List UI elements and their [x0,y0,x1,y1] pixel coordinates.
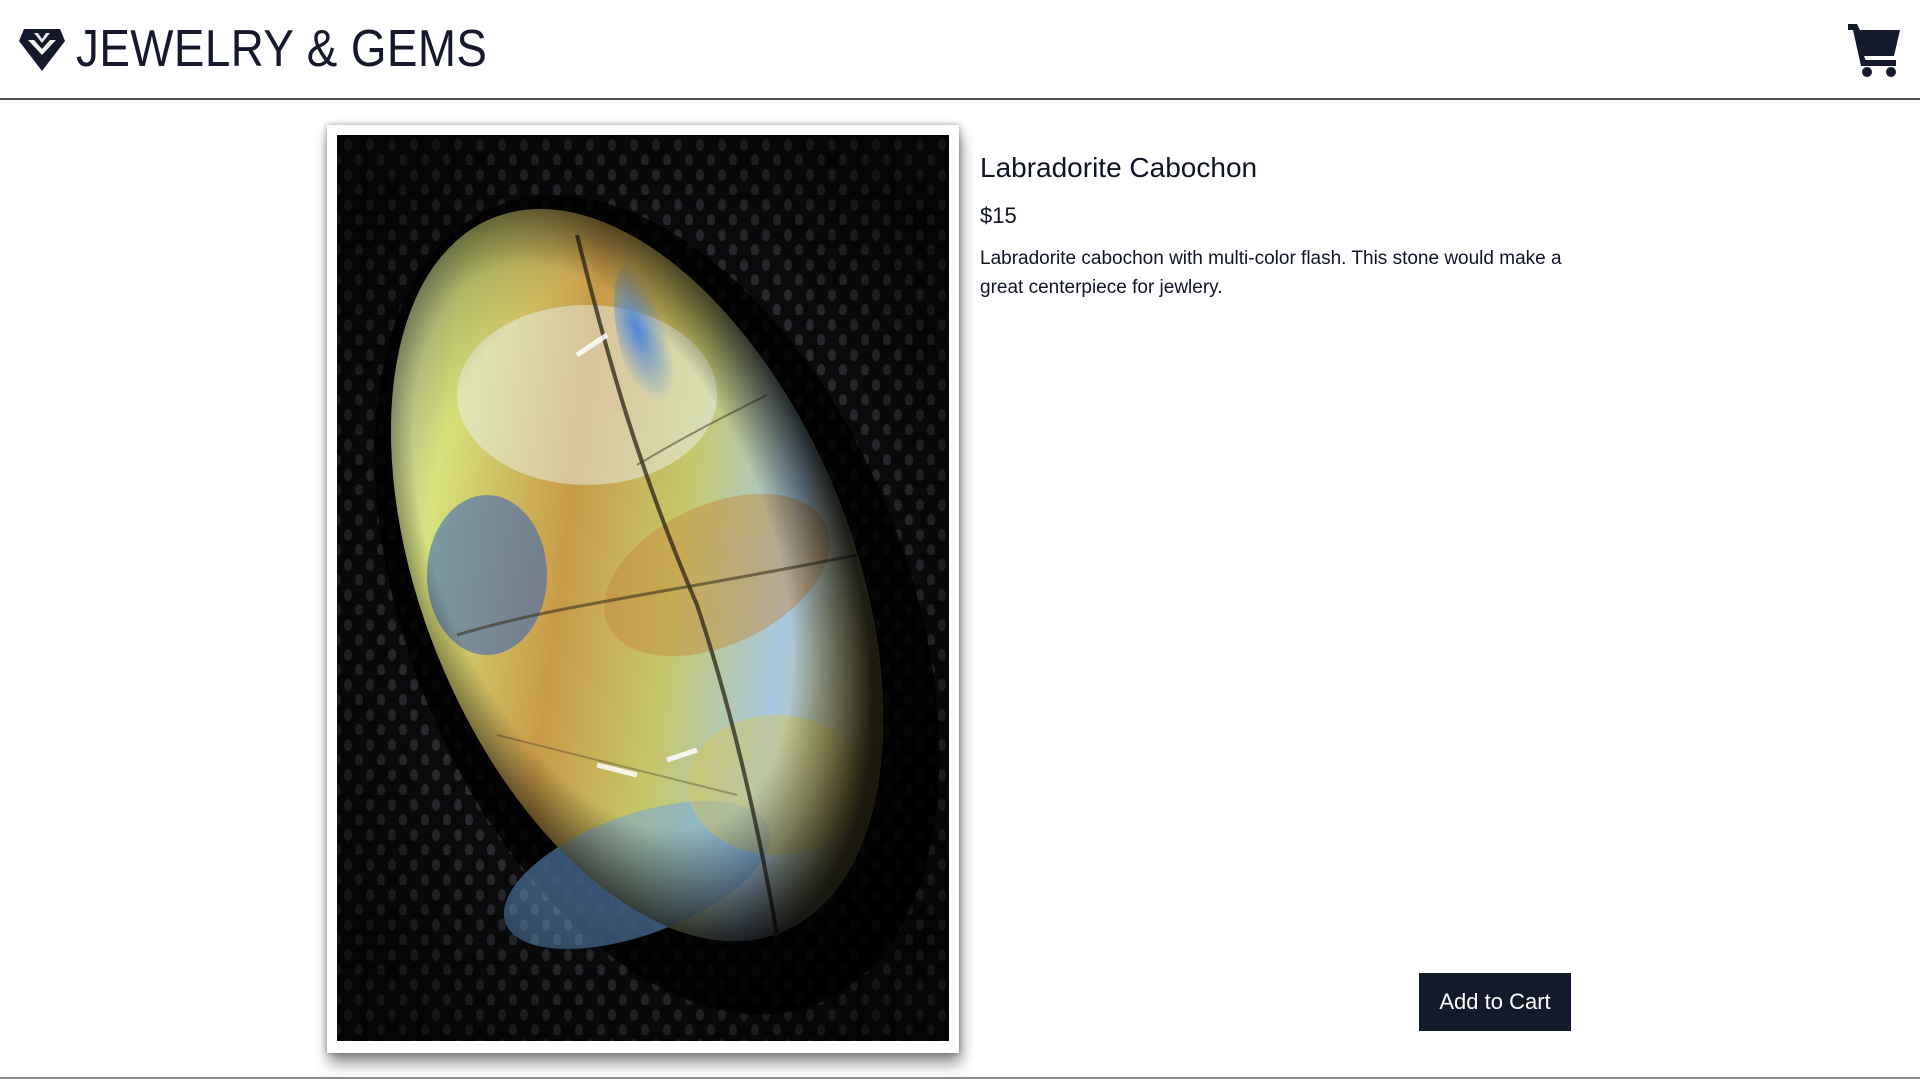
product-description: Labradorite cabochon with multi-color fl… [980,248,1562,298]
shopping-cart-icon [1848,24,1900,77]
brand-title: JEWELRY & GEMS [76,20,488,78]
diamond-icon [19,29,65,71]
product-image-frame [327,125,959,1053]
product-image [337,135,949,1041]
cart-button[interactable] [1846,18,1902,78]
footer-divider [0,1077,1920,1079]
site-header: JEWELRY & GEMS [0,0,1920,100]
brand-logo[interactable]: JEWELRY & GEMS [18,18,543,80]
product-price: $15 [980,203,1017,228]
add-to-cart-button[interactable]: Add to Cart [1419,973,1571,1031]
product-details: Labradorite Cabochon $15 Labradorite cab… [980,150,1580,321]
product-title: Labradorite Cabochon [980,152,1258,183]
